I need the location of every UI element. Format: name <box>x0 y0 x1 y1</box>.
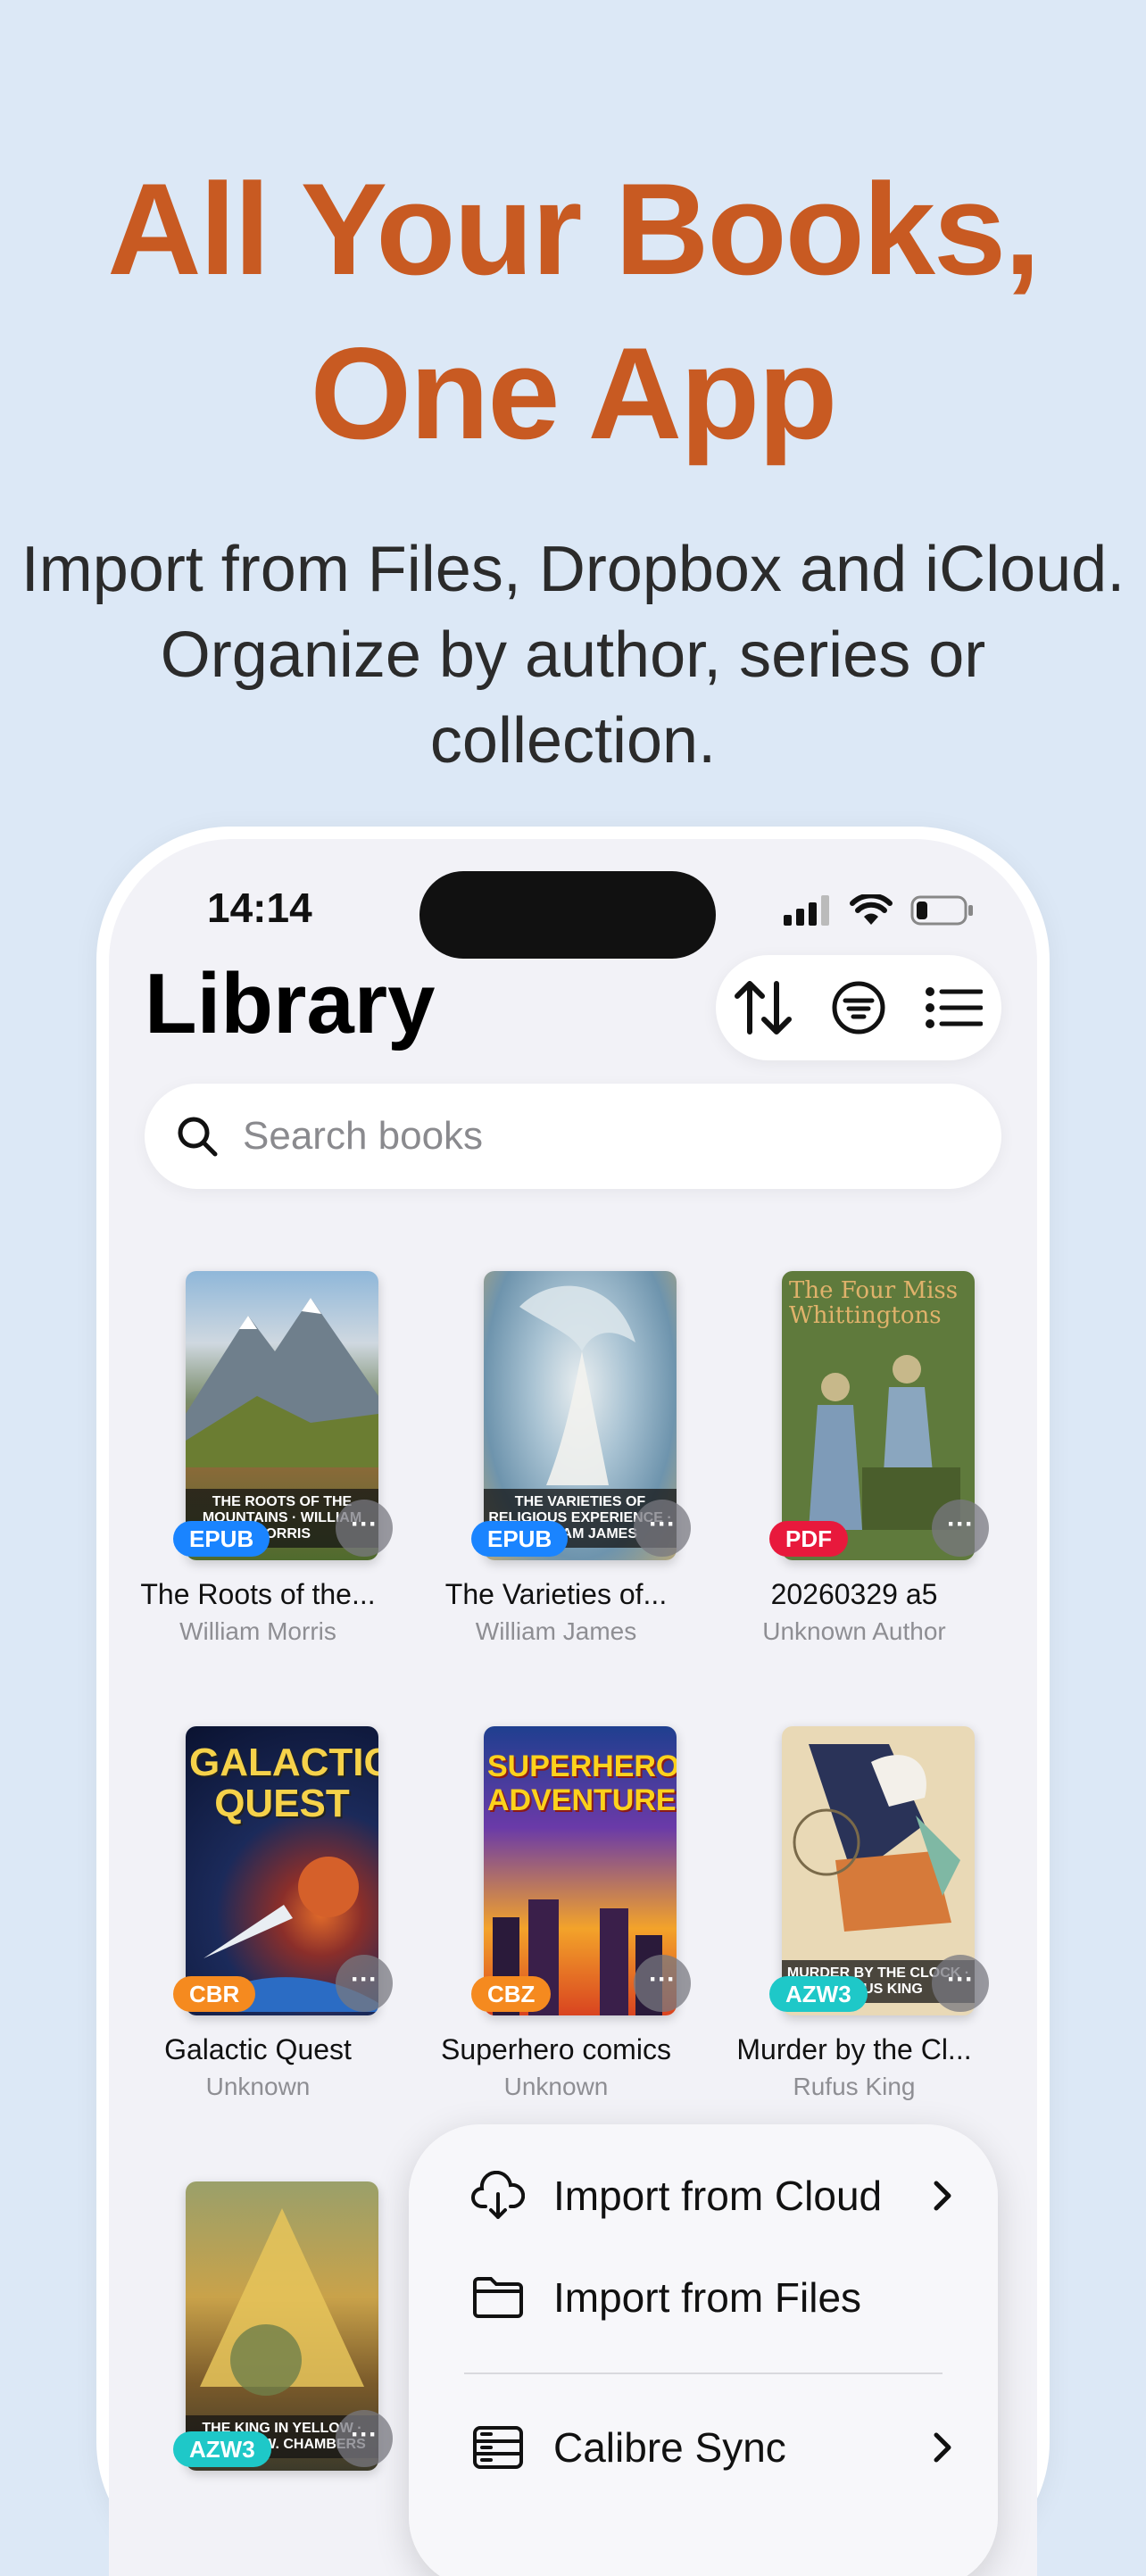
cellular-signal-icon <box>784 895 829 926</box>
cover-comic-title: GALACTIC QUEST <box>189 1741 378 1825</box>
angel-art-icon <box>519 1285 635 1485</box>
more-options-button[interactable]: ··· <box>336 1500 393 1557</box>
format-badge: AZW3 <box>173 2431 271 2467</box>
import-from-files-label: Import from Files <box>553 2274 862 2321</box>
sort-icon <box>735 981 793 1035</box>
more-options-button[interactable]: ··· <box>634 1955 691 2012</box>
headline-line-2: One App <box>310 320 838 466</box>
import-from-cloud-item[interactable]: Import from Cloud <box>471 2151 953 2240</box>
clock-art-icon <box>793 1744 960 1932</box>
chevron-right-icon <box>934 2432 951 2463</box>
format-badge: EPUB <box>471 1521 569 1557</box>
filter-icon <box>832 981 885 1035</box>
more-options-button[interactable]: ··· <box>634 1500 691 1557</box>
book-author: William James <box>475 1617 637 1645</box>
book-title: The Roots of the... <box>140 1578 376 1610</box>
book-title: 20260329 a5 <box>770 1578 938 1610</box>
import-from-cloud-label: Import from Cloud <box>553 2173 883 2219</box>
dynamic-island <box>419 871 716 959</box>
phone-frame: 14:14 Library Search books THE ROOTS OF … <box>96 827 1050 2576</box>
more-options-button[interactable]: ··· <box>336 1955 393 2012</box>
book-title: The Varieties of... <box>444 1578 668 1610</box>
battery-icon <box>910 895 973 926</box>
marketing-headline: All Your Books, One App <box>0 147 1146 476</box>
book-author: Unknown Author <box>762 1617 946 1645</box>
cover-script-title: The Four Miss Whittingtons <box>789 1277 959 1329</box>
filter-button[interactable] <box>823 972 894 1043</box>
book-author: Rufus King <box>793 2073 916 2100</box>
book-author: William Morris <box>179 1617 336 1645</box>
book-item[interactable]: THE KING IN YELLOW · ROBERT W. CHAMBERS … <box>109 2181 407 2485</box>
book-item[interactable]: THE ROOTS OF THE MOUNTAINS · WILLIAM MOR… <box>109 1271 407 1664</box>
phone-screen: 14:14 Library Search books THE ROOTS OF … <box>109 839 1037 2576</box>
book-author: Unknown <box>503 2073 609 2100</box>
book-author: Unknown <box>205 2073 311 2100</box>
book-item[interactable]: The Four Miss Whittingtons PDF ··· 20260… <box>705 1271 1003 1664</box>
book-title: Superhero comics <box>441 2033 671 2065</box>
import-from-files-item[interactable]: Import from Files <box>471 2253 953 2342</box>
menu-divider <box>464 2372 943 2374</box>
search-input[interactable] <box>241 1113 959 1159</box>
book-item[interactable]: MURDER BY THE CLOCK · RUFUS KING AZW3 ··… <box>705 1726 1003 2119</box>
subtitle-line-3: collection. <box>429 705 717 777</box>
marketing-subtitle: Import from Files, Dropbox and iCloud. O… <box>0 527 1146 784</box>
search-icon <box>178 1117 218 1157</box>
book-item[interactable]: THE VARIETIES OF RELIGIOUS EXPERIENCE · … <box>407 1271 705 1664</box>
list-view-button[interactable] <box>918 972 990 1043</box>
sort-button[interactable] <box>727 972 799 1043</box>
list-view-icon <box>925 987 983 1028</box>
more-options-button[interactable]: ··· <box>932 1955 989 2012</box>
library-toolbar <box>716 955 1001 1060</box>
format-badge: AZW3 <box>769 1976 868 2012</box>
wifi-icon <box>850 894 893 925</box>
pyramid-art-icon <box>200 2208 364 2396</box>
server-icon <box>473 2426 523 2469</box>
cloud-download-icon <box>471 2171 525 2219</box>
more-options-button[interactable]: ··· <box>336 2410 393 2467</box>
format-badge: CBZ <box>471 1976 552 2012</box>
subtitle-line-1: Import from Files, Dropbox and iCloud. <box>21 534 1125 605</box>
folder-icon <box>473 2277 523 2318</box>
import-menu: Import from Cloud Import from Files Cali… <box>409 2124 998 2576</box>
status-time: 14:14 <box>207 885 312 931</box>
status-icons <box>784 894 975 927</box>
book-item[interactable]: SUPERHERO ADVENTURE CBZ ··· Superhero co… <box>407 1726 705 2119</box>
page-title: Library <box>145 956 436 1051</box>
subtitle-line-2: Organize by author, series or <box>160 619 986 691</box>
book-title: Galactic Quest <box>164 2033 352 2065</box>
headline-line-1: All Your Books, <box>107 156 1041 302</box>
more-options-button[interactable]: ··· <box>932 1500 989 1557</box>
mountain-art-icon <box>186 1298 378 1467</box>
calibre-sync-item[interactable]: Calibre Sync <box>471 2403 953 2492</box>
book-item[interactable]: GALACTIC QUEST CBR ··· Galactic Quest Un… <box>109 1726 407 2119</box>
search-bar[interactable] <box>145 1084 1001 1189</box>
cover-comic-title: SUPERHERO ADVENTURE <box>487 1749 677 1817</box>
format-badge: PDF <box>769 1521 848 1557</box>
calibre-sync-label: Calibre Sync <box>553 2424 786 2471</box>
format-badge: CBR <box>173 1976 256 2012</box>
chevron-right-icon <box>934 2181 951 2211</box>
book-title: Murder by the Cl... <box>736 2033 972 2065</box>
format-badge: EPUB <box>173 1521 270 1557</box>
